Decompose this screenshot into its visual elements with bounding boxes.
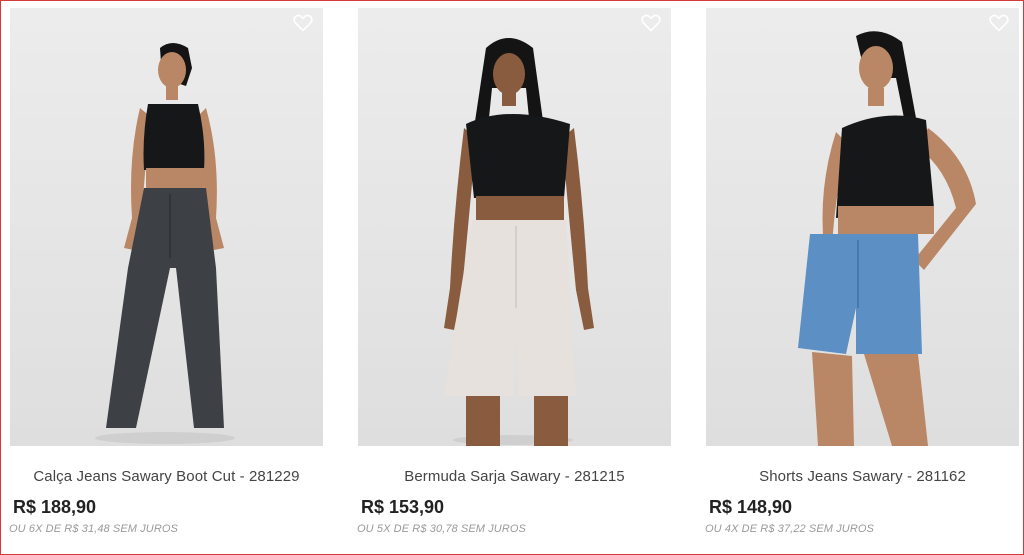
- product-name[interactable]: Bermuda Sarja Sawary - 281215: [358, 468, 671, 485]
- product-card[interactable]: Bermuda Sarja Sawary - 281215 R$ 153,90 …: [357, 8, 671, 535]
- product-name[interactable]: Calça Jeans Sawary Boot Cut - 281229: [10, 468, 323, 485]
- model-wearing-white-bermuda-icon: [444, 38, 594, 446]
- model-wearing-bootcut-jeans-icon: [95, 43, 235, 444]
- product-image[interactable]: [358, 8, 671, 446]
- product-price: R$ 153,90: [361, 497, 445, 517]
- product-card[interactable]: Calça Jeans Sawary Boot Cut - 281229 R$ …: [9, 8, 323, 535]
- product-grid: Calça Jeans Sawary Boot Cut - 281229 R$ …: [9, 8, 1019, 535]
- product-name[interactable]: Shorts Jeans Sawary - 281162: [706, 468, 1019, 485]
- product-image[interactable]: [10, 8, 323, 446]
- model-wearing-denim-shorts-icon: [798, 31, 976, 446]
- favorite-heart-icon[interactable]: [989, 14, 1011, 34]
- product-price: R$ 188,90: [13, 497, 97, 517]
- product-image[interactable]: [706, 8, 1019, 446]
- favorite-heart-icon[interactable]: [293, 14, 315, 34]
- product-price: R$ 148,90: [709, 497, 793, 517]
- product-card[interactable]: Shorts Jeans Sawary - 281162 R$ 148,90 O…: [705, 8, 1019, 535]
- product-installments: OU 5X DE R$ 30,78 SEM JUROS: [357, 523, 526, 535]
- product-installments: OU 4X DE R$ 37,22 SEM JUROS: [705, 523, 874, 535]
- product-installments: OU 6X DE R$ 31,48 SEM JUROS: [9, 523, 178, 535]
- favorite-heart-icon[interactable]: [641, 14, 663, 34]
